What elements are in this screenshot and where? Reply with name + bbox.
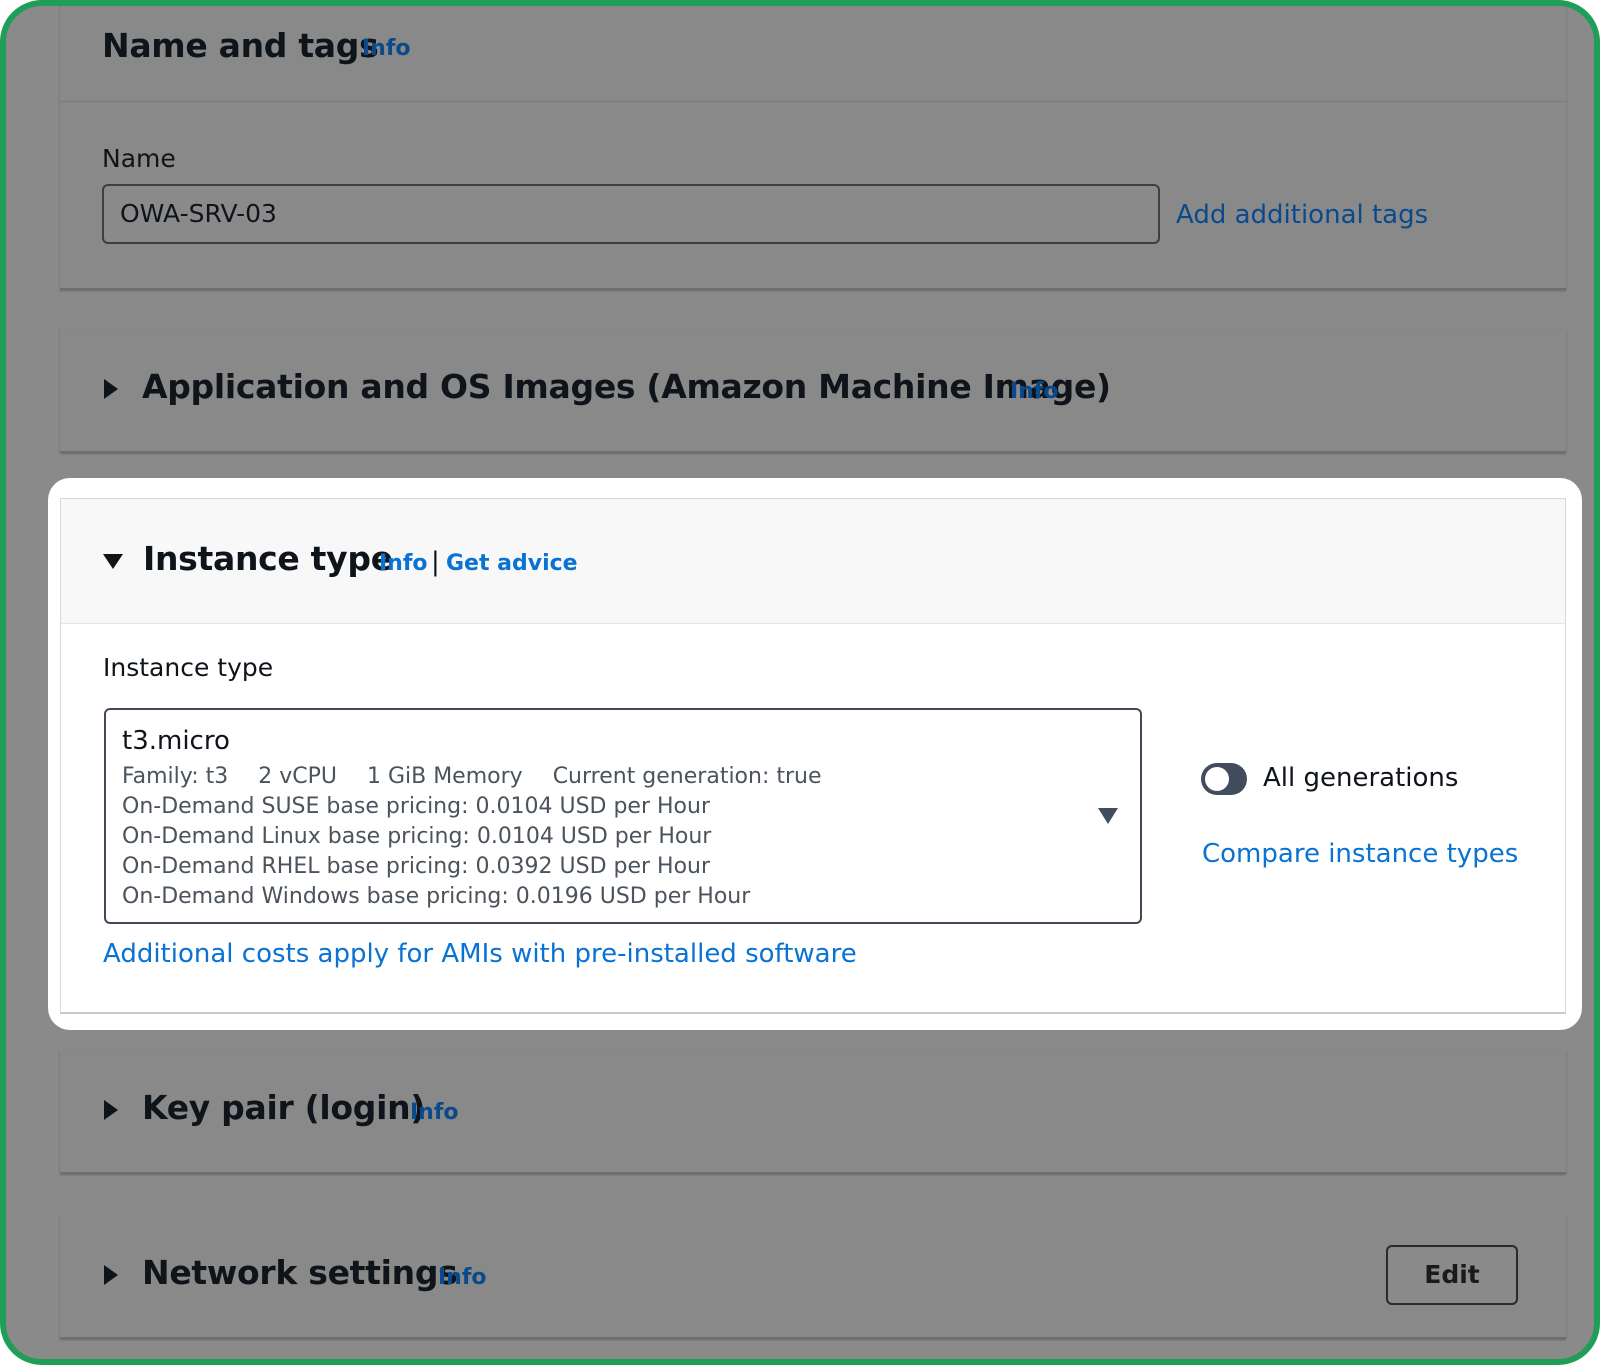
ami-panel: Application and OS Images (Amazon Machin… (60, 329, 1566, 453)
ami-title[interactable]: Application and OS Images (Amazon Machin… (142, 367, 1111, 406)
caret-right-icon[interactable] (104, 379, 118, 399)
instance-generation: Current generation: true (552, 764, 822, 789)
all-generations-label: All generations (1263, 763, 1459, 793)
key-pair-panel: Key pair (login) Info (60, 1050, 1566, 1174)
caret-right-icon[interactable] (104, 1265, 118, 1285)
network-settings-info-link[interactable]: Info (438, 1265, 487, 1290)
instance-type-title[interactable]: Instance type (143, 539, 393, 578)
selected-instance-name: t3.micro (122, 726, 230, 756)
name-and-tags-header: Name and tags Info (60, 6, 1566, 102)
pricing-linux: On-Demand Linux base pricing: 0.0104 USD… (122, 824, 712, 849)
caret-right-icon[interactable] (104, 1100, 118, 1120)
caret-down-icon[interactable] (103, 554, 123, 569)
header-separator: | (431, 547, 440, 577)
instance-type-panel: Instance type Info | Get advice Instance… (60, 498, 1566, 1014)
name-and-tags-title: Name and tags (102, 26, 379, 65)
dropdown-arrow-icon[interactable] (1098, 808, 1118, 824)
edit-button[interactable]: Edit (1386, 1245, 1518, 1305)
instance-type-header: Instance type Info | Get advice (61, 499, 1565, 624)
instance-type-field-label: Instance type (103, 653, 274, 682)
toggle-knob (1205, 767, 1229, 791)
additional-costs-link[interactable]: Additional costs apply for AMIs with pre… (103, 939, 857, 969)
instance-type-info-link[interactable]: Info (379, 551, 428, 576)
ami-info-link[interactable]: Info (1010, 379, 1059, 404)
pricing-rhel: On-Demand RHEL base pricing: 0.0392 USD … (122, 854, 711, 879)
pricing-suse: On-Demand SUSE base pricing: 0.0104 USD … (122, 794, 710, 819)
pricing-windows: On-Demand Windows base pricing: 0.0196 U… (122, 884, 751, 909)
name-and-tags-panel: Name and tags Info Name OWA-SRV-03 Add a… (60, 6, 1566, 290)
instance-type-select[interactable]: t3.micro Family: t3 2 vCPU 1 GiB Memory Cur… (104, 708, 1142, 924)
name-input[interactable]: OWA-SRV-03 (102, 184, 1160, 244)
instance-vcpu: 2 vCPU (258, 764, 337, 789)
all-generations-toggle[interactable] (1201, 763, 1247, 795)
instance-family: Family: t3 (122, 764, 229, 789)
selected-instance-specs: Family: t3 2 vCPU 1 GiB Memory Current gene… (122, 764, 852, 789)
key-pair-title[interactable]: Key pair (login) (142, 1088, 425, 1127)
network-settings-panel: Network settings Info Edit (60, 1215, 1566, 1339)
compare-instance-types-link[interactable]: Compare instance types (1202, 839, 1518, 869)
network-settings-title[interactable]: Network settings (142, 1253, 458, 1292)
screenshot-frame: Name and tags Info Name OWA-SRV-03 Add a… (0, 0, 1600, 1365)
name-label: Name (102, 144, 176, 173)
get-advice-link[interactable]: Get advice (446, 551, 578, 576)
name-and-tags-info-link[interactable]: Info (362, 36, 411, 61)
instance-memory: 1 GiB Memory (366, 764, 523, 789)
key-pair-info-link[interactable]: Info (410, 1100, 459, 1125)
add-additional-tags-link[interactable]: Add additional tags (1176, 200, 1428, 230)
